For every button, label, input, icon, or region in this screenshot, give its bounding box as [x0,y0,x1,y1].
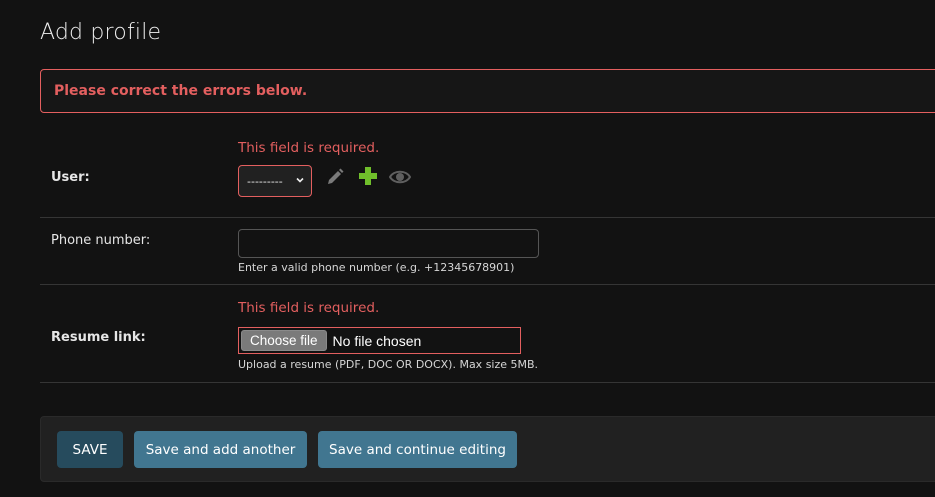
form-row-phone: Phone number: Enter a valid phone number… [40,218,935,285]
submit-row: SAVE Save and add another Save and conti… [40,416,935,482]
user-select-value: --------- [247,174,283,188]
resume-help: Upload a resume (PDF, DOC OR DOCX). Max … [238,358,539,371]
plus-icon[interactable] [357,165,379,187]
page-title: Add profile [40,20,162,45]
eye-icon[interactable] [389,166,411,188]
user-error: This field is required. [238,140,380,156]
user-label: User: [51,170,90,185]
choose-file-button[interactable]: Choose file [241,330,327,351]
form-row-user: This field is required. User: --------- [40,130,935,218]
save-and-add-another-button[interactable]: Save and add another [134,431,307,468]
phone-label: Phone number: [51,233,151,248]
resume-label: Resume link: [51,330,146,345]
form-row-resume: This field is required. Resume link: Cho… [40,285,935,383]
phone-input[interactable] [238,229,539,258]
resume-file-input[interactable]: Choose file No file chosen [238,327,521,354]
save-button[interactable]: SAVE [57,431,123,468]
chevron-down-icon [296,177,304,183]
user-select[interactable]: --------- [238,165,312,197]
resume-error: This field is required. [238,300,380,316]
error-note: Please correct the errors below. [40,69,935,113]
file-status: No file chosen [332,332,422,349]
phone-help: Enter a valid phone number (e.g. +123456… [238,261,515,274]
pencil-icon[interactable] [324,166,346,188]
save-and-continue-button[interactable]: Save and continue editing [318,431,517,468]
